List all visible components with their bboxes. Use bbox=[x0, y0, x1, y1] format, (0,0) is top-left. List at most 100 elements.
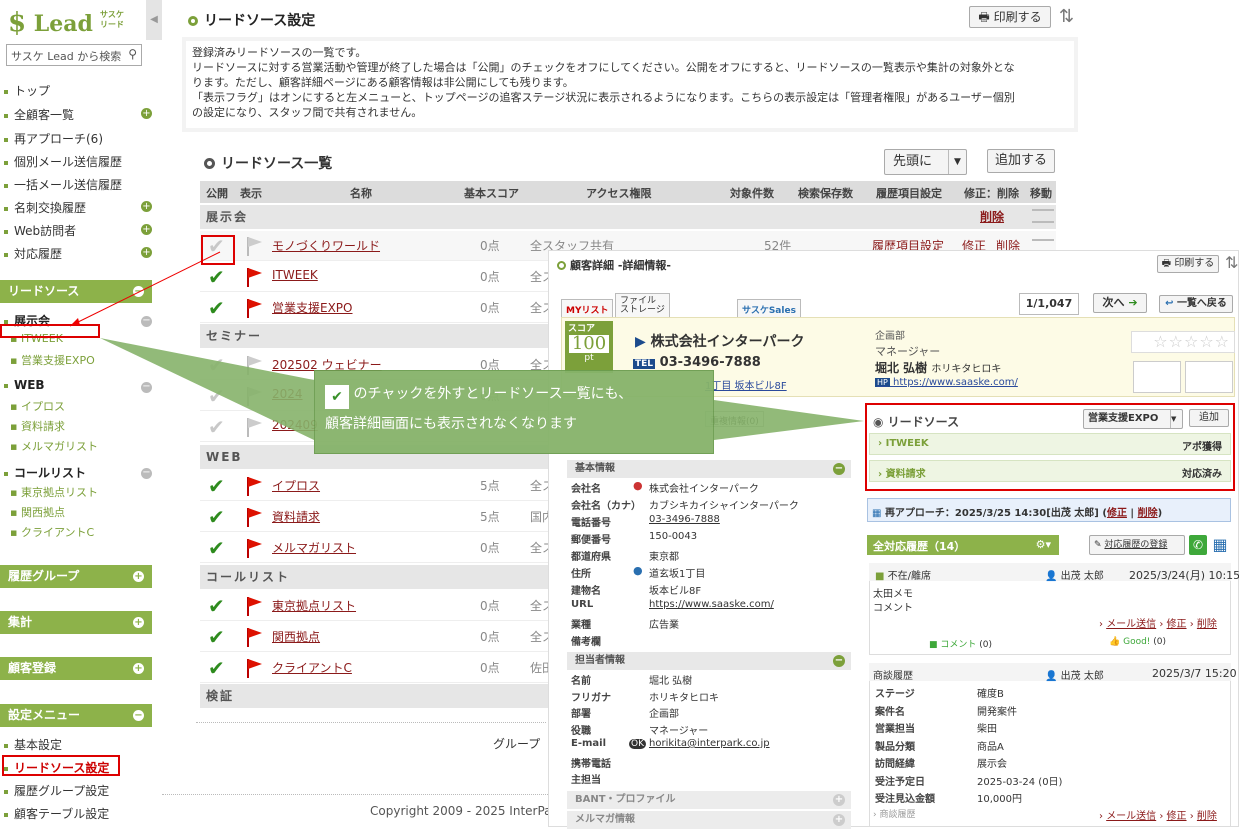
leadsource-name-link[interactable]: 資料請求 bbox=[272, 508, 320, 525]
leadsource-select[interactable]: 営業支援EXPO ▼ bbox=[1083, 409, 1183, 429]
public-checkbox[interactable]: ✔ bbox=[208, 538, 225, 558]
leadsource-name-link[interactable]: 関西拠点 bbox=[272, 628, 320, 645]
field-value[interactable]: horikita@interpark.co.jp bbox=[649, 738, 770, 749]
bant-header[interactable]: BANT・プロファイル + bbox=[567, 791, 851, 809]
star-rating[interactable]: ☆☆☆☆☆ bbox=[1131, 331, 1235, 353]
flag-icon[interactable] bbox=[244, 266, 264, 288]
flag-icon[interactable] bbox=[244, 626, 264, 648]
flag-icon[interactable] bbox=[244, 657, 264, 679]
nav-item[interactable]: 対応履歴 bbox=[4, 245, 62, 262]
section-settings[interactable]: 設定メニュー − bbox=[0, 704, 152, 727]
plus-icon[interactable]: + bbox=[141, 108, 152, 119]
sidebar-group[interactable]: WEB bbox=[4, 378, 45, 392]
public-checkbox[interactable]: ✔ bbox=[208, 507, 225, 527]
public-checkbox[interactable]: ✔ bbox=[208, 386, 225, 406]
public-checkbox[interactable]: ✔ bbox=[208, 298, 225, 318]
tab-saaske-sales[interactable]: サスケSales bbox=[737, 299, 801, 317]
leadsource-name-link[interactable]: クライアントC bbox=[272, 659, 352, 676]
sidebar-subitem[interactable]: ▪ クライアントC bbox=[10, 524, 94, 540]
leadsource-name-link[interactable]: イプロス bbox=[272, 477, 320, 494]
map-pin-icon[interactable]: ● bbox=[633, 564, 643, 577]
settings-item[interactable]: 基本設定 bbox=[4, 736, 62, 753]
flag-icon[interactable] bbox=[244, 354, 264, 376]
collapse-icon[interactable]: − bbox=[141, 382, 152, 393]
back-to-list-button[interactable]: ↩ 一覧へ戻る bbox=[1159, 295, 1233, 313]
nav-item[interactable]: 名刺交換履歴 bbox=[4, 199, 86, 216]
nav-item[interactable]: 個別メール送信履歴 bbox=[4, 153, 122, 170]
collapse-icon[interactable]: − bbox=[833, 655, 845, 667]
public-checkbox[interactable]: ✔ bbox=[208, 355, 225, 375]
sidebar-group[interactable]: コールリスト bbox=[4, 464, 86, 481]
nav-item[interactable]: 全顧客一覧 bbox=[4, 106, 74, 123]
card-image[interactable] bbox=[1185, 361, 1233, 393]
category-delete-link[interactable]: 削除 bbox=[980, 205, 1004, 229]
plus-icon[interactable]: + bbox=[141, 201, 152, 212]
gear-icon[interactable]: ⚙▾ bbox=[1036, 538, 1051, 551]
flag-icon[interactable] bbox=[244, 506, 264, 528]
comment-link[interactable]: ■ コメント (0) bbox=[929, 637, 992, 650]
sort-select[interactable]: 先頭に ▼ bbox=[884, 149, 967, 175]
public-checkbox[interactable]: ✔ bbox=[208, 658, 225, 678]
flag-icon[interactable] bbox=[244, 385, 264, 407]
delete-link[interactable]: 削除 bbox=[1197, 811, 1217, 822]
edit-link[interactable]: 修正 bbox=[1167, 619, 1187, 630]
tab-file-storage[interactable]: ファイル ストレージ bbox=[615, 293, 670, 317]
nav-item[interactable]: トップ bbox=[4, 82, 50, 99]
collapse-icon[interactable]: − bbox=[141, 468, 152, 479]
history-register-button[interactable]: ✎ 対応履歴の登録 bbox=[1089, 535, 1185, 555]
address-link[interactable]: 1丁目 坂本ビル8F bbox=[705, 377, 787, 392]
collapse-icon[interactable]: − bbox=[141, 316, 152, 327]
tab-mylist[interactable]: MYリスト bbox=[561, 299, 614, 317]
collapse-icon[interactable]: − bbox=[133, 286, 144, 297]
public-checkbox[interactable]: ✔ bbox=[208, 417, 225, 437]
flag-icon[interactable] bbox=[244, 537, 264, 559]
person-info-header[interactable]: 担当者情報 − bbox=[567, 652, 851, 670]
leadsource-name-link[interactable]: モノづくりワールド bbox=[272, 237, 380, 254]
nav-item[interactable]: 再アプローチ(6) bbox=[4, 130, 103, 147]
next-button[interactable]: 次へ ➔ bbox=[1093, 293, 1147, 313]
flag-icon[interactable] bbox=[244, 475, 264, 497]
flag-icon[interactable] bbox=[244, 297, 264, 319]
delete-link[interactable]: 削除 bbox=[1197, 619, 1217, 630]
reapproach-delete[interactable]: 削除 bbox=[1138, 508, 1158, 519]
add-button[interactable]: 追加する bbox=[987, 149, 1055, 173]
search-icon[interactable]: ⚲ bbox=[128, 47, 137, 61]
mail-send-link[interactable]: メール送信 bbox=[1106, 619, 1156, 630]
sidebar-subitem[interactable]: ▪ 資料請求 bbox=[10, 418, 65, 434]
expand-icon[interactable]: + bbox=[833, 794, 845, 806]
collapse-icon[interactable]: − bbox=[833, 463, 845, 475]
settings-item[interactable]: 履歴グループ設定 bbox=[4, 782, 109, 799]
print-button[interactable]: 🖶 印刷する bbox=[969, 6, 1051, 28]
expand-icon[interactable]: + bbox=[133, 617, 144, 628]
expand-icon[interactable]: + bbox=[833, 814, 845, 826]
leadsource-name-link[interactable]: 202409 bbox=[272, 418, 318, 432]
flag-icon[interactable] bbox=[244, 235, 264, 257]
mail-send-link[interactable]: メール送信 bbox=[1106, 811, 1156, 822]
plus-icon[interactable]: + bbox=[141, 224, 152, 235]
refresh-icon[interactable]: ⇅ bbox=[1059, 6, 1074, 27]
field-value[interactable]: https://www.saaske.com/ bbox=[649, 599, 774, 610]
leadsource-row[interactable]: › 資料請求 対応済み bbox=[869, 460, 1231, 482]
company-name[interactable]: ▶ 株式会社インターパーク bbox=[635, 331, 805, 351]
reapproach-edit[interactable]: 修正 bbox=[1107, 508, 1127, 519]
flag-icon[interactable] bbox=[244, 416, 264, 438]
plus-icon[interactable]: + bbox=[141, 247, 152, 258]
public-checkbox[interactable]: ✔ bbox=[208, 476, 225, 496]
sidebar-section[interactable]: 顧客登録 + bbox=[0, 657, 152, 680]
sidebar-section[interactable]: 集計 + bbox=[0, 611, 152, 634]
logo[interactable]: $ Lead bbox=[8, 8, 93, 38]
edit-link[interactable]: 修正 bbox=[1167, 811, 1187, 822]
collapse-icon[interactable]: − bbox=[133, 710, 144, 721]
search-input[interactable]: サスケ Lead から検索 ⚲ bbox=[6, 44, 142, 66]
card-image[interactable] bbox=[1133, 361, 1181, 393]
leadsource-name-link[interactable]: 2024 bbox=[272, 387, 303, 401]
refresh-icon[interactable]: ⇅ bbox=[1225, 253, 1238, 272]
sidebar-subitem[interactable]: ▪ 関西拠点 bbox=[10, 504, 65, 520]
sidebar-collapse-button[interactable]: ◀ bbox=[146, 0, 162, 40]
basic-info-header[interactable]: 基本情報 − bbox=[567, 460, 851, 478]
leadsource-name-link[interactable]: 営業支援EXPO bbox=[272, 299, 353, 316]
calendar-icon[interactable]: ▦ bbox=[1211, 535, 1229, 555]
expand-icon[interactable]: + bbox=[133, 663, 144, 674]
google-icon[interactable]: ● bbox=[633, 479, 643, 492]
public-checkbox[interactable]: ✔ bbox=[208, 627, 225, 647]
